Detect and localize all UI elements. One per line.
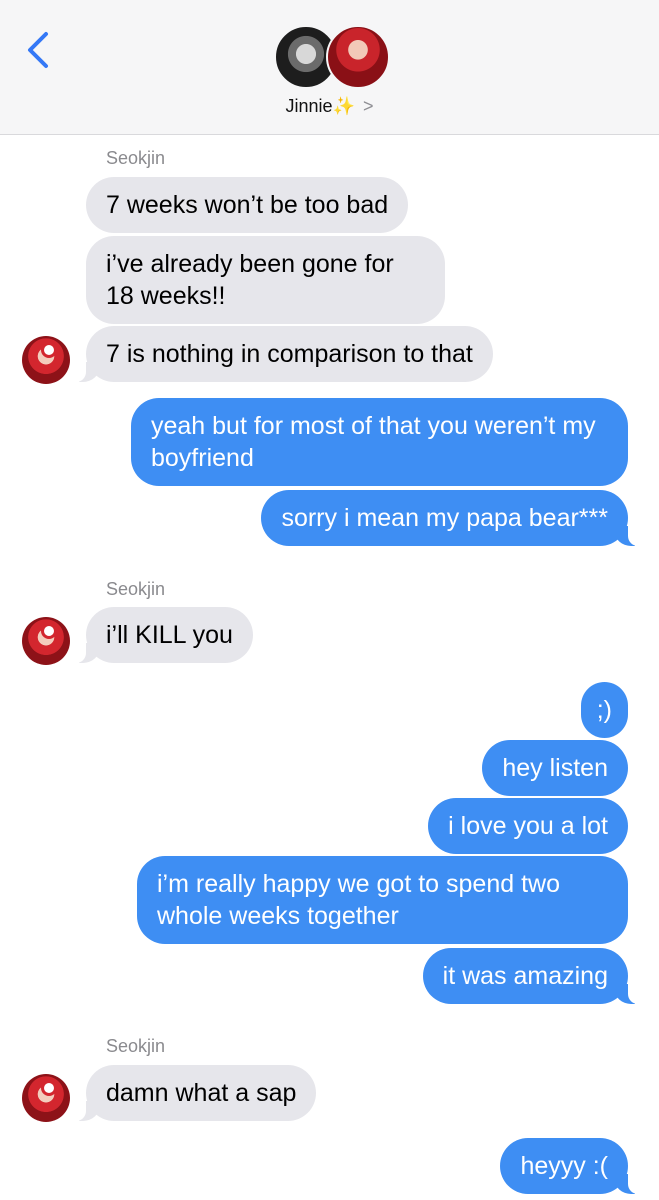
- message-text: i love you a lot: [448, 812, 608, 840]
- outgoing-message[interactable]: i’m really happy we got to spend two who…: [137, 856, 628, 944]
- sender-name: Seokjin: [106, 1036, 166, 1056]
- message-text: i’ll KILL you: [106, 621, 233, 649]
- message-text: heyyy :(: [520, 1152, 608, 1180]
- outgoing-message[interactable]: heyyy :(: [500, 1138, 654, 1194]
- outgoing-message[interactable]: hey listen: [482, 740, 628, 796]
- incoming-message[interactable]: i’ll KILL you: [60, 607, 253, 663]
- conversation-header: Jinnie✨ >: [0, 0, 659, 135]
- message-text: hey listen: [502, 754, 608, 782]
- back-button[interactable]: [22, 30, 56, 70]
- contact-name: Jinnie: [285, 96, 333, 116]
- message-text: sorry i mean my papa bear***: [281, 504, 608, 532]
- message-text: yeah but for most of that you weren’t my…: [151, 412, 596, 472]
- message-text: 7 weeks won’t be too bad: [106, 191, 389, 219]
- avatar[interactable]: [22, 336, 70, 384]
- avatar: [326, 25, 390, 89]
- message-text: i’ve already been gone for 18 weeks!!: [106, 250, 394, 310]
- outgoing-message[interactable]: ;): [580, 682, 628, 738]
- chevron-left-icon: [28, 32, 48, 68]
- chevron-right-icon: >: [362, 96, 374, 116]
- sender-name: Seokjin: [106, 579, 166, 599]
- incoming-message[interactable]: i’ve already been gone for 18 weeks!!: [86, 236, 445, 324]
- outgoing-message[interactable]: it was amazing: [422, 948, 655, 1004]
- sender-name: Seokjin: [106, 148, 166, 168]
- message-text: 7 is nothing in comparison to that: [106, 340, 473, 368]
- avatar[interactable]: [22, 617, 70, 665]
- incoming-message[interactable]: damn what a sap: [59, 1065, 317, 1121]
- outgoing-message[interactable]: yeah but for most of that you weren’t my…: [131, 398, 628, 486]
- message-text: i’m really happy we got to spend two who…: [157, 870, 560, 930]
- sparkle-icon: ✨: [332, 96, 355, 116]
- incoming-message[interactable]: 7 weeks won’t be too bad: [86, 177, 409, 233]
- avatar[interactable]: [22, 1074, 70, 1122]
- message-text: ;): [596, 696, 612, 724]
- message-text: damn what a sap: [106, 1079, 297, 1107]
- outgoing-message[interactable]: sorry i mean my papa bear***: [261, 490, 654, 546]
- incoming-message[interactable]: 7 is nothing in comparison to that: [60, 326, 493, 382]
- message-text: it was amazing: [442, 962, 608, 990]
- contact-name-button[interactable]: Jinnie✨ >: [0, 96, 659, 117]
- contact-avatars[interactable]: [274, 25, 390, 91]
- outgoing-message[interactable]: i love you a lot: [428, 798, 628, 854]
